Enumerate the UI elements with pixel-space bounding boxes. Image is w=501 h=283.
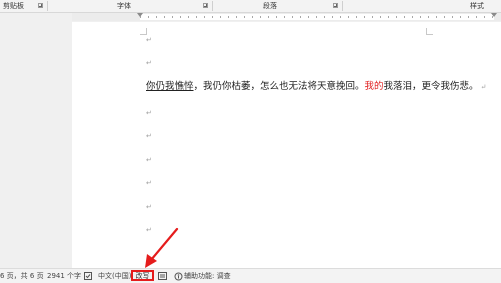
paragraph-mark: ↵ [146, 156, 152, 164]
body-text[interactable]: ，我仍你枯萎，怎么也无法将天意挽回。 [194, 81, 365, 92]
paragraph-mark: ↵ [480, 83, 487, 91]
language-status[interactable]: 中文(中国) [98, 269, 131, 283]
group-separator [212, 1, 213, 11]
horizontal-ruler[interactable] [72, 13, 501, 21]
ribbon-group-bar: 剪贴板 字体 段落 样式 [0, 0, 501, 13]
paragraph-mark: ↵ [146, 109, 152, 117]
paragraph-mark: ↵ [146, 226, 152, 234]
paragraph-mark: ↵ [146, 179, 152, 187]
font-group-label: 字体 [117, 2, 131, 10]
page-count-status[interactable]: 6 页，共 6 页 [0, 269, 44, 283]
overtype-mode-button[interactable]: 改写 [131, 270, 154, 281]
paragraph-mark: ↵ [146, 59, 152, 67]
paragraph-mark: ↵ [146, 132, 152, 140]
paragraph-mark: ↵ [146, 36, 152, 44]
paragraph-group-label: 段落 [263, 2, 277, 10]
document-page[interactable]: ↵ ↵ 你仍我憔悴，我仍你枯萎，怎么也无法将天意挽回。我的我落泪，更令我伤悲。 ↵… [72, 22, 501, 268]
group-separator [342, 1, 343, 11]
margin-corner-mark [140, 28, 147, 35]
macro-icon[interactable] [158, 269, 167, 283]
margin-corner-mark [426, 28, 433, 35]
paragraph-dialog-launcher-icon[interactable] [333, 3, 338, 8]
accessibility-icon[interactable] [174, 269, 183, 283]
accessibility-status[interactable]: 辅助功能: 调查 [184, 269, 231, 283]
proofing-icon[interactable] [84, 269, 92, 283]
body-text[interactable]: 我落泪，更令我伤悲。 [384, 81, 479, 92]
clipboard-dialog-launcher-icon[interactable] [38, 3, 43, 8]
clipboard-group-label: 剪贴板 [3, 2, 24, 10]
document-text-line[interactable]: 你仍我憔悴，我仍你枯萎，怎么也无法将天意挽回。我的我落泪，更令我伤悲。 ↵ [146, 80, 486, 94]
styles-group-label: 样式 [470, 2, 484, 10]
group-separator [47, 1, 48, 11]
overtype-mode-label: 改写 [135, 272, 150, 280]
paragraph-mark: ↵ [146, 203, 152, 211]
red-revision-text[interactable]: 我的 [365, 81, 384, 92]
left-indent-marker[interactable] [137, 13, 143, 17]
font-dialog-launcher-icon[interactable] [203, 3, 208, 8]
underlined-text[interactable]: 你仍我憔悴 [146, 81, 194, 92]
ruler-scale [140, 14, 494, 20]
word-count-status[interactable]: 2941 个字 [47, 269, 81, 283]
right-indent-marker[interactable] [491, 13, 497, 17]
status-bar: 6 页，共 6 页 2941 个字 中文(中国) 改写 辅助功能: 调查 [0, 268, 501, 283]
